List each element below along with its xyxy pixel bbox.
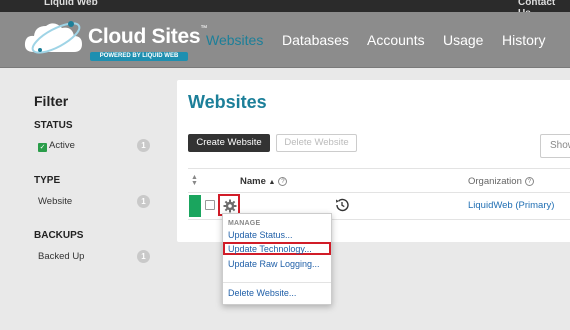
table-header-divider — [188, 192, 570, 193]
column-name-label: Name — [240, 176, 266, 187]
nav-databases[interactable]: Databases — [282, 32, 349, 48]
backups-heading: BACKUPS — [34, 230, 84, 241]
active-count-badge: 1 — [137, 139, 150, 152]
nav-history[interactable]: History — [502, 32, 546, 48]
create-website-button[interactable]: Create Website — [188, 134, 270, 152]
manage-dropdown-menu: MANAGE Update Status... Update Technolog… — [222, 213, 332, 305]
dropdown-header: MANAGE — [228, 220, 261, 227]
update-status-menu-item[interactable]: Update Status... — [228, 230, 293, 240]
delete-website-button[interactable]: Delete Website — [276, 134, 357, 152]
nav-accounts[interactable]: Accounts — [367, 32, 425, 48]
nav-usage[interactable]: Usage — [443, 32, 483, 48]
filter-active-label: Active — [49, 140, 75, 151]
nav-websites[interactable]: Websites — [206, 32, 263, 48]
main-navbar: Cloud Sites™ POWERED BY LIQUID WEB Websi… — [0, 12, 570, 68]
update-raw-logging-menu-item[interactable]: Update Raw Logging... — [228, 259, 320, 269]
organization-link[interactable]: LiquidWeb (Primary) — [468, 200, 554, 211]
brand-trademark: ™ — [200, 25, 207, 32]
website-count-badge: 1 — [137, 195, 150, 208]
filter-backed-up[interactable]: Backed Up — [38, 251, 84, 262]
top-strip-left-text[interactable]: Liquid Web — [44, 0, 98, 8]
sort-ascending-icon: ▲ — [268, 179, 276, 186]
delete-website-menu-item[interactable]: Delete Website... — [228, 288, 296, 298]
history-icon[interactable] — [334, 197, 350, 218]
backed-up-count-badge: 1 — [137, 250, 150, 263]
status-indicator — [189, 195, 201, 217]
gear-icon — [223, 199, 237, 213]
top-strip: Liquid Web Contact Us — [0, 0, 570, 19]
type-heading: TYPE — [34, 175, 61, 186]
row-checkbox[interactable] — [205, 200, 215, 210]
powered-by-badge: POWERED BY LIQUID WEB — [90, 52, 188, 61]
checkbox-checked-icon[interactable]: ✓ — [38, 143, 47, 152]
column-organization-header[interactable]: Organization? — [468, 176, 534, 187]
column-name-header[interactable]: Name ▲? — [240, 176, 288, 187]
brand-name: Cloud Sites™ — [88, 25, 207, 49]
sort-arrows-icon[interactable]: ▲ ▼ — [191, 174, 198, 187]
page-title: Websites — [188, 92, 267, 112]
filter-website[interactable]: Website — [38, 196, 72, 207]
filter-title: Filter — [34, 93, 69, 109]
cloud-logo-icon — [24, 21, 82, 54]
column-organization-label: Organization — [468, 176, 522, 187]
status-heading: STATUS — [34, 120, 73, 131]
show-button[interactable]: Show — [540, 134, 570, 158]
filter-active[interactable]: ✓ Active — [38, 140, 75, 152]
table-header-divider-top — [188, 168, 570, 169]
brand-name-text: Cloud Sites — [88, 25, 201, 48]
help-icon[interactable]: ? — [524, 177, 534, 186]
update-technology-menu-item[interactable]: Update Technology... — [228, 244, 312, 254]
dropdown-divider — [223, 282, 331, 283]
help-icon[interactable]: ? — [278, 177, 288, 186]
